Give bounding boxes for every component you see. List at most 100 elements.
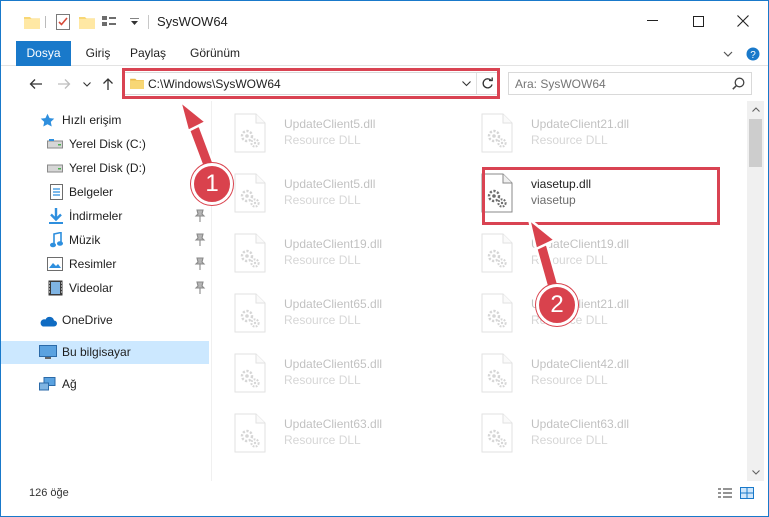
dll-file-icon — [481, 293, 513, 333]
refresh-button[interactable] — [476, 73, 497, 94]
status-bar: 126 öğe — [1, 481, 768, 506]
tab-view[interactable]: Görünüm — [185, 41, 245, 66]
drive-icon — [47, 160, 63, 176]
customize-toolbar-icon[interactable] — [100, 13, 118, 31]
details-view-icon — [718, 487, 732, 498]
step-badge-1: 1 — [191, 163, 233, 205]
close-button[interactable] — [720, 1, 766, 41]
dll-file-icon — [481, 113, 513, 153]
file-name: UpdateClient5.dll — [284, 117, 376, 131]
navigation-row: C:\Windows\SysWOW64 — [1, 67, 768, 101]
nav-item-quick-access[interactable]: Hızlı erişim — [1, 109, 209, 132]
navigation-pane: Hızlı erişim Yerel Disk (C:) Yerel Disk … — [1, 101, 211, 481]
drive-icon — [47, 136, 63, 152]
tab-home[interactable]: Giriş — [79, 41, 117, 66]
folder-icon — [130, 77, 144, 92]
address-dropdown-button[interactable] — [458, 76, 474, 92]
item-count: 126 öğe — [29, 487, 69, 499]
nav-item-this-pc[interactable]: Bu bilgisayar — [1, 341, 209, 364]
search-input[interactable] — [515, 76, 715, 92]
nav-label: Müzik — [69, 233, 101, 247]
forward-arrow-icon — [58, 79, 71, 89]
nav-item-onedrive[interactable]: OneDrive — [1, 309, 209, 332]
nav-item-videos[interactable]: Videolar — [1, 277, 209, 300]
maximize-button[interactable] — [675, 1, 721, 41]
nav-item-music[interactable]: Müzik — [1, 229, 209, 252]
svg-text:?: ? — [750, 50, 756, 61]
search-icon[interactable] — [732, 77, 745, 93]
nav-item-local-disk-d[interactable]: Yerel Disk (D:) — [1, 157, 209, 180]
nav-item-downloads[interactable]: İndirmeler — [1, 205, 209, 228]
chevron-up-icon — [751, 107, 760, 112]
dll-file-icon — [234, 413, 266, 453]
search-box[interactable] — [508, 72, 752, 95]
file-item[interactable]: UpdateClient63.dll Resource DLL — [459, 407, 689, 465]
file-name: UpdateClient63.dll — [284, 417, 383, 431]
file-type: Resource DLL — [284, 253, 361, 267]
file-item[interactable]: UpdateClient19.dll Resource DLL — [212, 227, 442, 285]
ribbon-expand-icon[interactable] — [720, 46, 736, 62]
recent-locations-button[interactable] — [80, 74, 94, 94]
file-type: Resource DLL — [284, 433, 361, 447]
file-item[interactable]: UpdateClient5.dll Resource DLL — [212, 107, 442, 165]
nav-label: Hızlı erişim — [62, 113, 122, 127]
file-type: Resource DLL — [531, 253, 608, 267]
file-item[interactable]: UpdateClient21.dll Resource DLL — [459, 107, 689, 165]
tab-file[interactable]: Dosya — [16, 41, 71, 66]
tab-share[interactable]: Paylaş — [123, 41, 173, 66]
nav-label: Bu bilgisayar — [62, 345, 131, 359]
scroll-down-button[interactable] — [747, 464, 764, 481]
file-type: viasetup — [531, 193, 576, 207]
forward-button[interactable] — [54, 74, 74, 94]
nav-item-documents[interactable]: Belgeler — [1, 181, 209, 204]
back-button[interactable] — [26, 74, 46, 94]
dll-file-icon — [481, 353, 513, 393]
dll-file-icon — [234, 233, 266, 273]
minimize-icon — [646, 20, 658, 21]
properties-icon[interactable] — [54, 13, 72, 31]
up-button[interactable] — [98, 74, 118, 94]
scroll-up-button[interactable] — [747, 101, 764, 118]
star-icon — [39, 112, 55, 128]
file-type: Resource DLL — [284, 193, 361, 207]
explorer-window: SysWOW64 Dosya Giriş Paylaş Görünüm ? C:… — [0, 0, 769, 517]
file-item[interactable]: UpdateClient42.dll Resource DLL — [459, 347, 689, 405]
pin-icon — [194, 209, 206, 222]
dll-file-icon — [234, 173, 266, 213]
quick-access-dropdown-icon[interactable] — [128, 13, 140, 31]
dll-file-icon — [481, 173, 513, 213]
nav-item-pictures[interactable]: Resimler — [1, 253, 209, 276]
chevron-down-icon — [83, 81, 91, 87]
file-list: UpdateClient5.dll Resource DLL UpdateClien… — [212, 101, 747, 481]
file-name: UpdateClient5.dll — [284, 177, 376, 191]
nav-item-network[interactable]: Ağ — [1, 373, 209, 396]
minimize-button[interactable] — [629, 1, 675, 41]
nav-label: İndirmeler — [69, 209, 123, 223]
address-bar[interactable]: C:\Windows\SysWOW64 — [124, 72, 498, 95]
chevron-down-icon — [751, 470, 760, 475]
file-item[interactable]: UpdateClient63.dll Resource DLL — [212, 407, 442, 465]
new-folder-icon[interactable] — [78, 13, 96, 31]
dll-file-icon — [234, 353, 266, 393]
maximize-icon — [692, 15, 704, 27]
title-bar: SysWOW64 — [1, 1, 768, 41]
scroll-thumb[interactable] — [749, 119, 762, 167]
file-item[interactable]: viasetup.dll viasetup — [459, 167, 689, 225]
details-view-button[interactable] — [717, 486, 733, 500]
document-icon — [48, 184, 64, 200]
file-name: UpdateClient65.dll — [284, 357, 383, 371]
file-item[interactable]: UpdateClient65.dll Resource DLL — [212, 287, 442, 345]
file-item[interactable]: UpdateClient65.dll Resource DLL — [212, 347, 442, 405]
folder-icon — [23, 13, 41, 31]
large-icons-view-button[interactable] — [739, 486, 755, 500]
window-title: SysWOW64 — [157, 14, 228, 29]
computer-icon — [39, 344, 57, 360]
vertical-scrollbar[interactable] — [747, 101, 764, 481]
file-type: Resource DLL — [531, 373, 608, 387]
pin-icon — [194, 281, 206, 294]
file-name: UpdateClient19.dll — [284, 237, 383, 251]
nav-item-local-disk-c[interactable]: Yerel Disk (C:) — [1, 133, 209, 156]
file-item[interactable]: UpdateClient5.dll Resource DLL — [212, 167, 442, 225]
help-icon[interactable]: ? — [745, 46, 761, 62]
file-item[interactable]: UpdateClient19.dll Resource DLL — [459, 227, 689, 285]
